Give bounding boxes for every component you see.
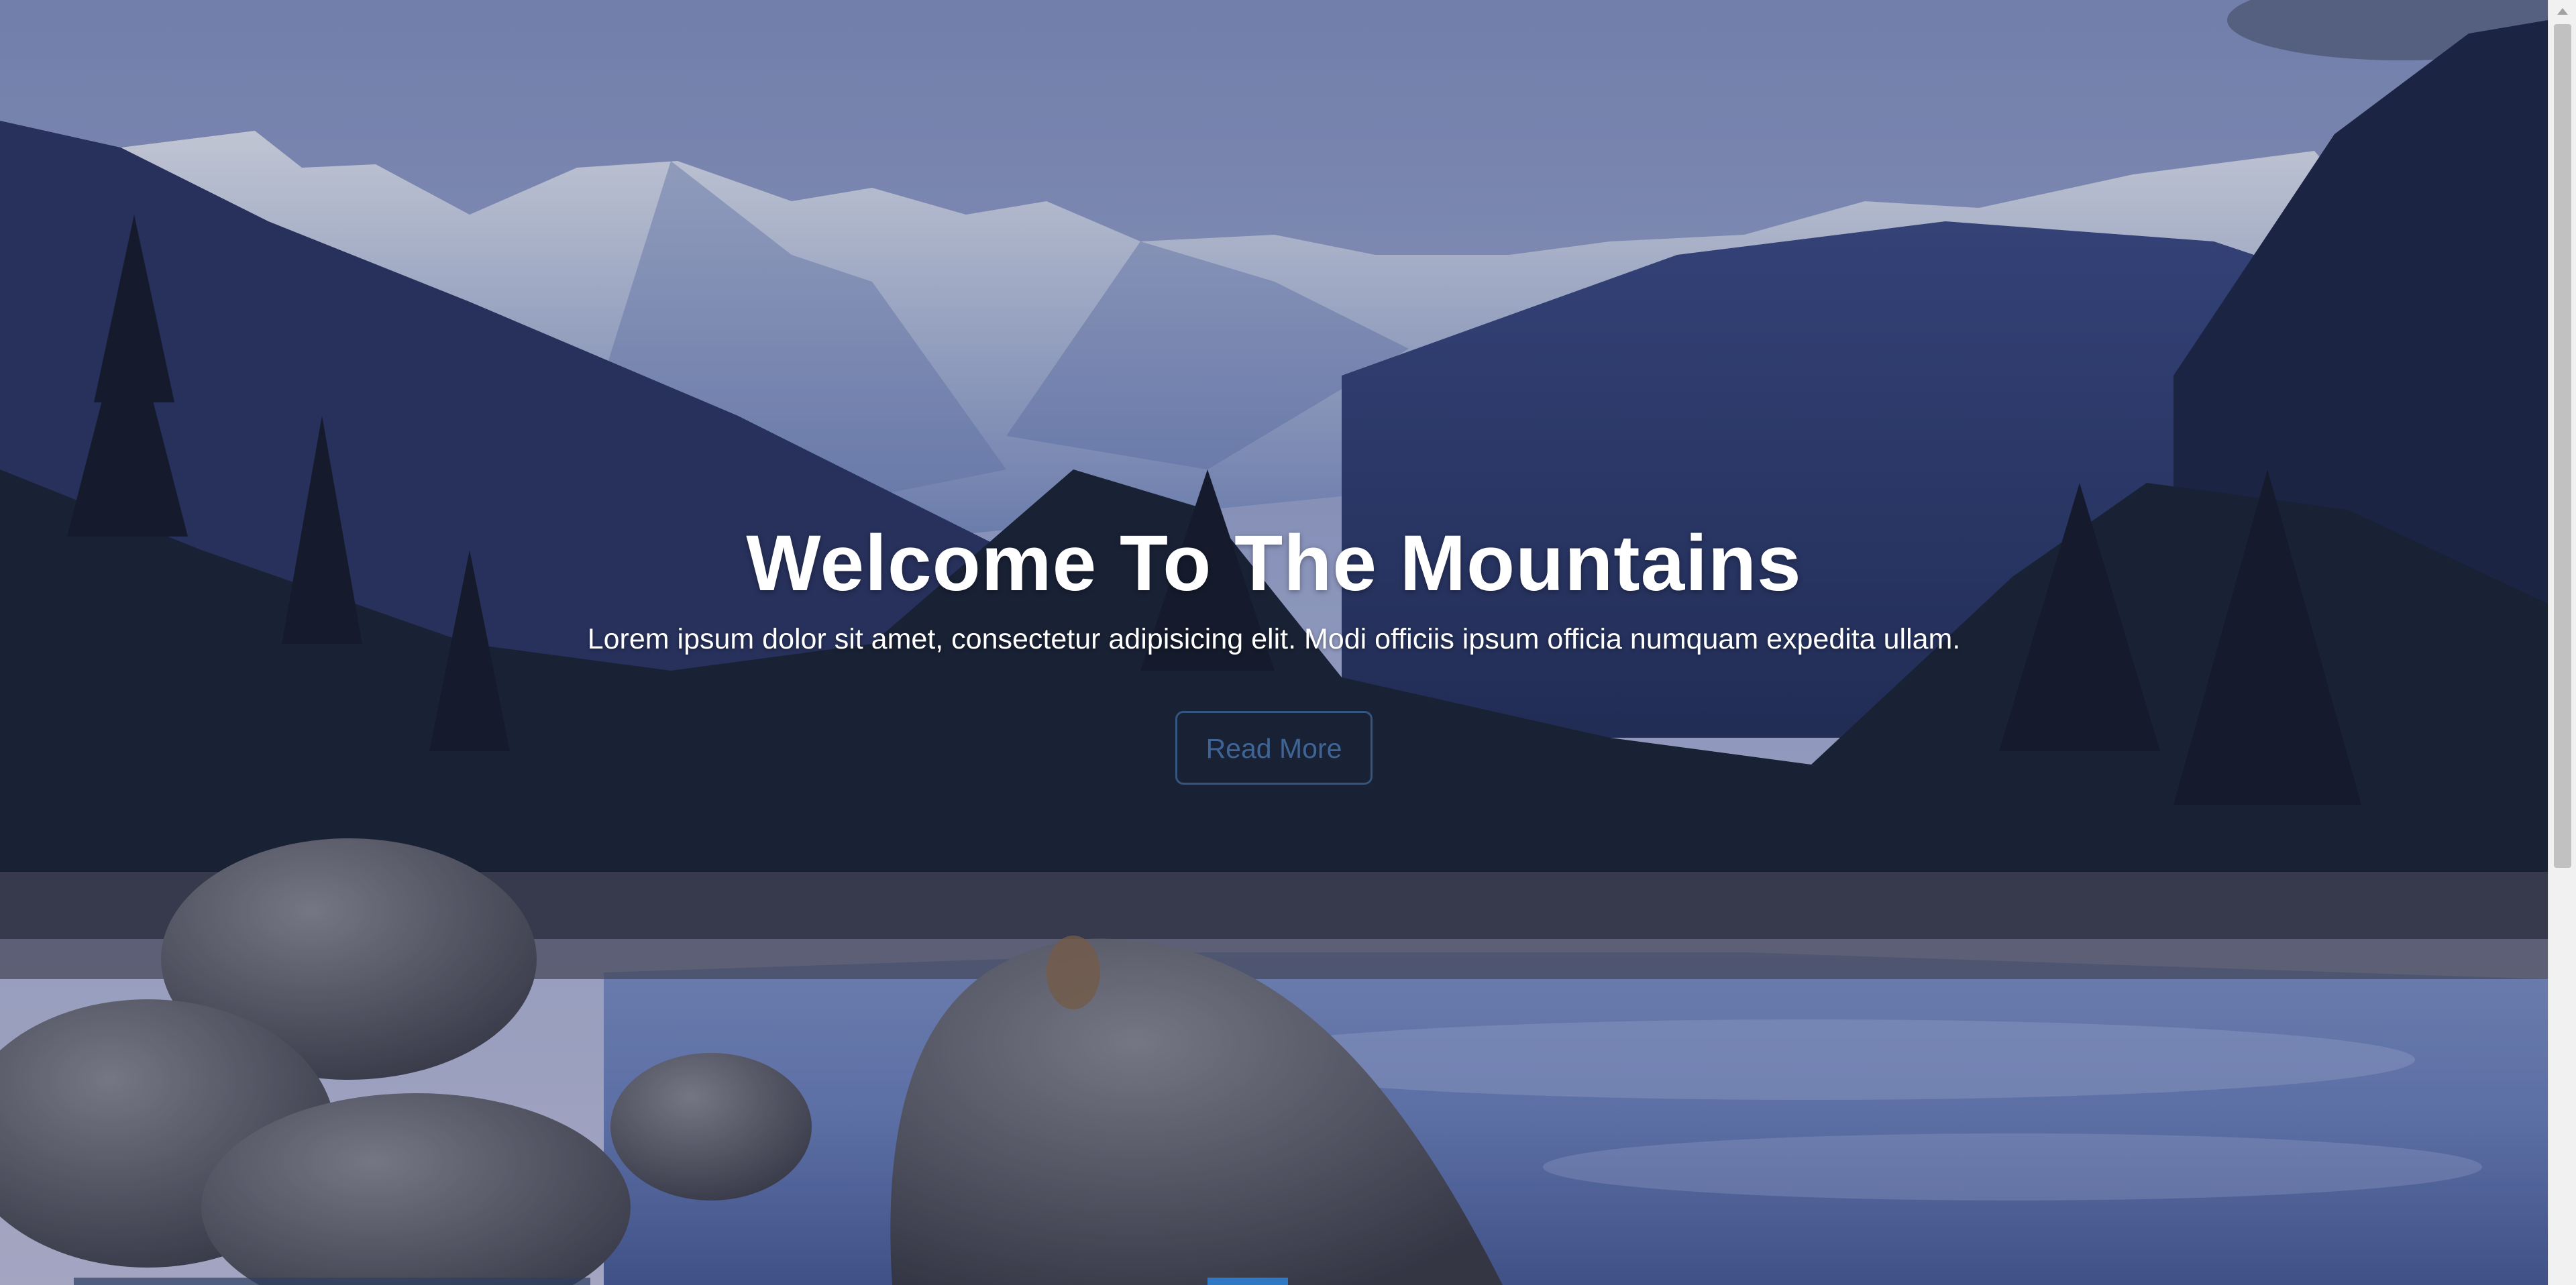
hero-subtitle: Lorem ipsum dolor sit amet, consectetur … (587, 623, 1961, 655)
hero-title: Welcome To The Mountains (746, 519, 1802, 608)
read-more-button[interactable]: Read More (1175, 711, 1373, 785)
scrollbar-thumb[interactable] (2554, 24, 2571, 868)
chevron-up-icon[interactable] (2548, 0, 2576, 23)
bottom-progress-strip (74, 1278, 590, 1285)
vertical-scrollbar[interactable] (2548, 0, 2576, 1285)
page-viewport: Welcome To The Mountains Lorem ipsum dol… (0, 0, 2548, 1285)
hero-content: Welcome To The Mountains Lorem ipsum dol… (0, 516, 2548, 785)
bottom-indicator (1208, 1278, 1288, 1285)
